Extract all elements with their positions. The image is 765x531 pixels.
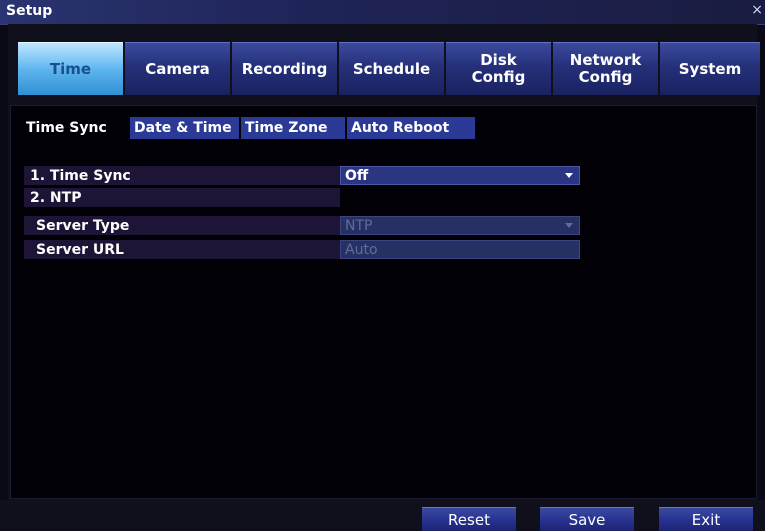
bottom-bar	[0, 500, 765, 531]
chevron-down-icon	[565, 173, 573, 178]
tab-schedule-label: Schedule	[352, 59, 431, 78]
tab-time[interactable]: Time	[18, 42, 123, 95]
content-panel	[10, 105, 757, 499]
tab-network-config[interactable]: Network Config	[553, 42, 658, 95]
tab-recording-label: Recording	[241, 59, 328, 78]
exit-button[interactable]: Exit	[659, 507, 753, 531]
subtab-auto-reboot[interactable]: Auto Reboot	[347, 117, 475, 139]
server-type-value: NTP	[345, 217, 373, 234]
tab-system-label: System	[678, 59, 742, 78]
tab-camera[interactable]: Camera	[125, 42, 230, 95]
chevron-down-icon	[565, 223, 573, 228]
time-sync-label: 1. Time Sync	[24, 166, 340, 185]
tab-camera-label: Camera	[145, 59, 210, 78]
time-sync-select[interactable]: Off	[340, 166, 580, 185]
server-type-label: Server Type	[24, 216, 340, 235]
tab-schedule[interactable]: Schedule	[339, 42, 444, 95]
time-sync-value: Off	[345, 167, 369, 184]
tab-disk-config-label: Disk Config	[471, 51, 526, 86]
save-button[interactable]: Save	[540, 507, 634, 531]
reset-button[interactable]: Reset	[422, 507, 516, 531]
server-type-select: NTP	[340, 216, 580, 235]
title-bar: Setup ×	[0, 0, 765, 25]
tab-disk-config[interactable]: Disk Config	[446, 42, 551, 95]
tab-network-config-label: Network Config	[569, 51, 642, 86]
server-url-value: Auto	[345, 241, 378, 258]
window-title: Setup	[6, 3, 53, 19]
server-url-field: Auto	[340, 240, 580, 259]
ntp-label: 2. NTP	[24, 188, 340, 207]
close-icon[interactable]: ×	[751, 2, 763, 18]
server-url-label: Server URL	[24, 240, 340, 259]
tab-system[interactable]: System	[660, 42, 760, 95]
tab-recording[interactable]: Recording	[232, 42, 337, 95]
main-tabs: Time Camera Recording Schedule Disk Conf…	[18, 42, 760, 95]
subtab-time-sync[interactable]: Time Sync	[22, 117, 130, 139]
tab-time-label: Time	[49, 59, 92, 78]
subtab-date-time[interactable]: Date & Time	[130, 117, 239, 139]
subtab-time-zone[interactable]: Time Zone	[241, 117, 345, 139]
